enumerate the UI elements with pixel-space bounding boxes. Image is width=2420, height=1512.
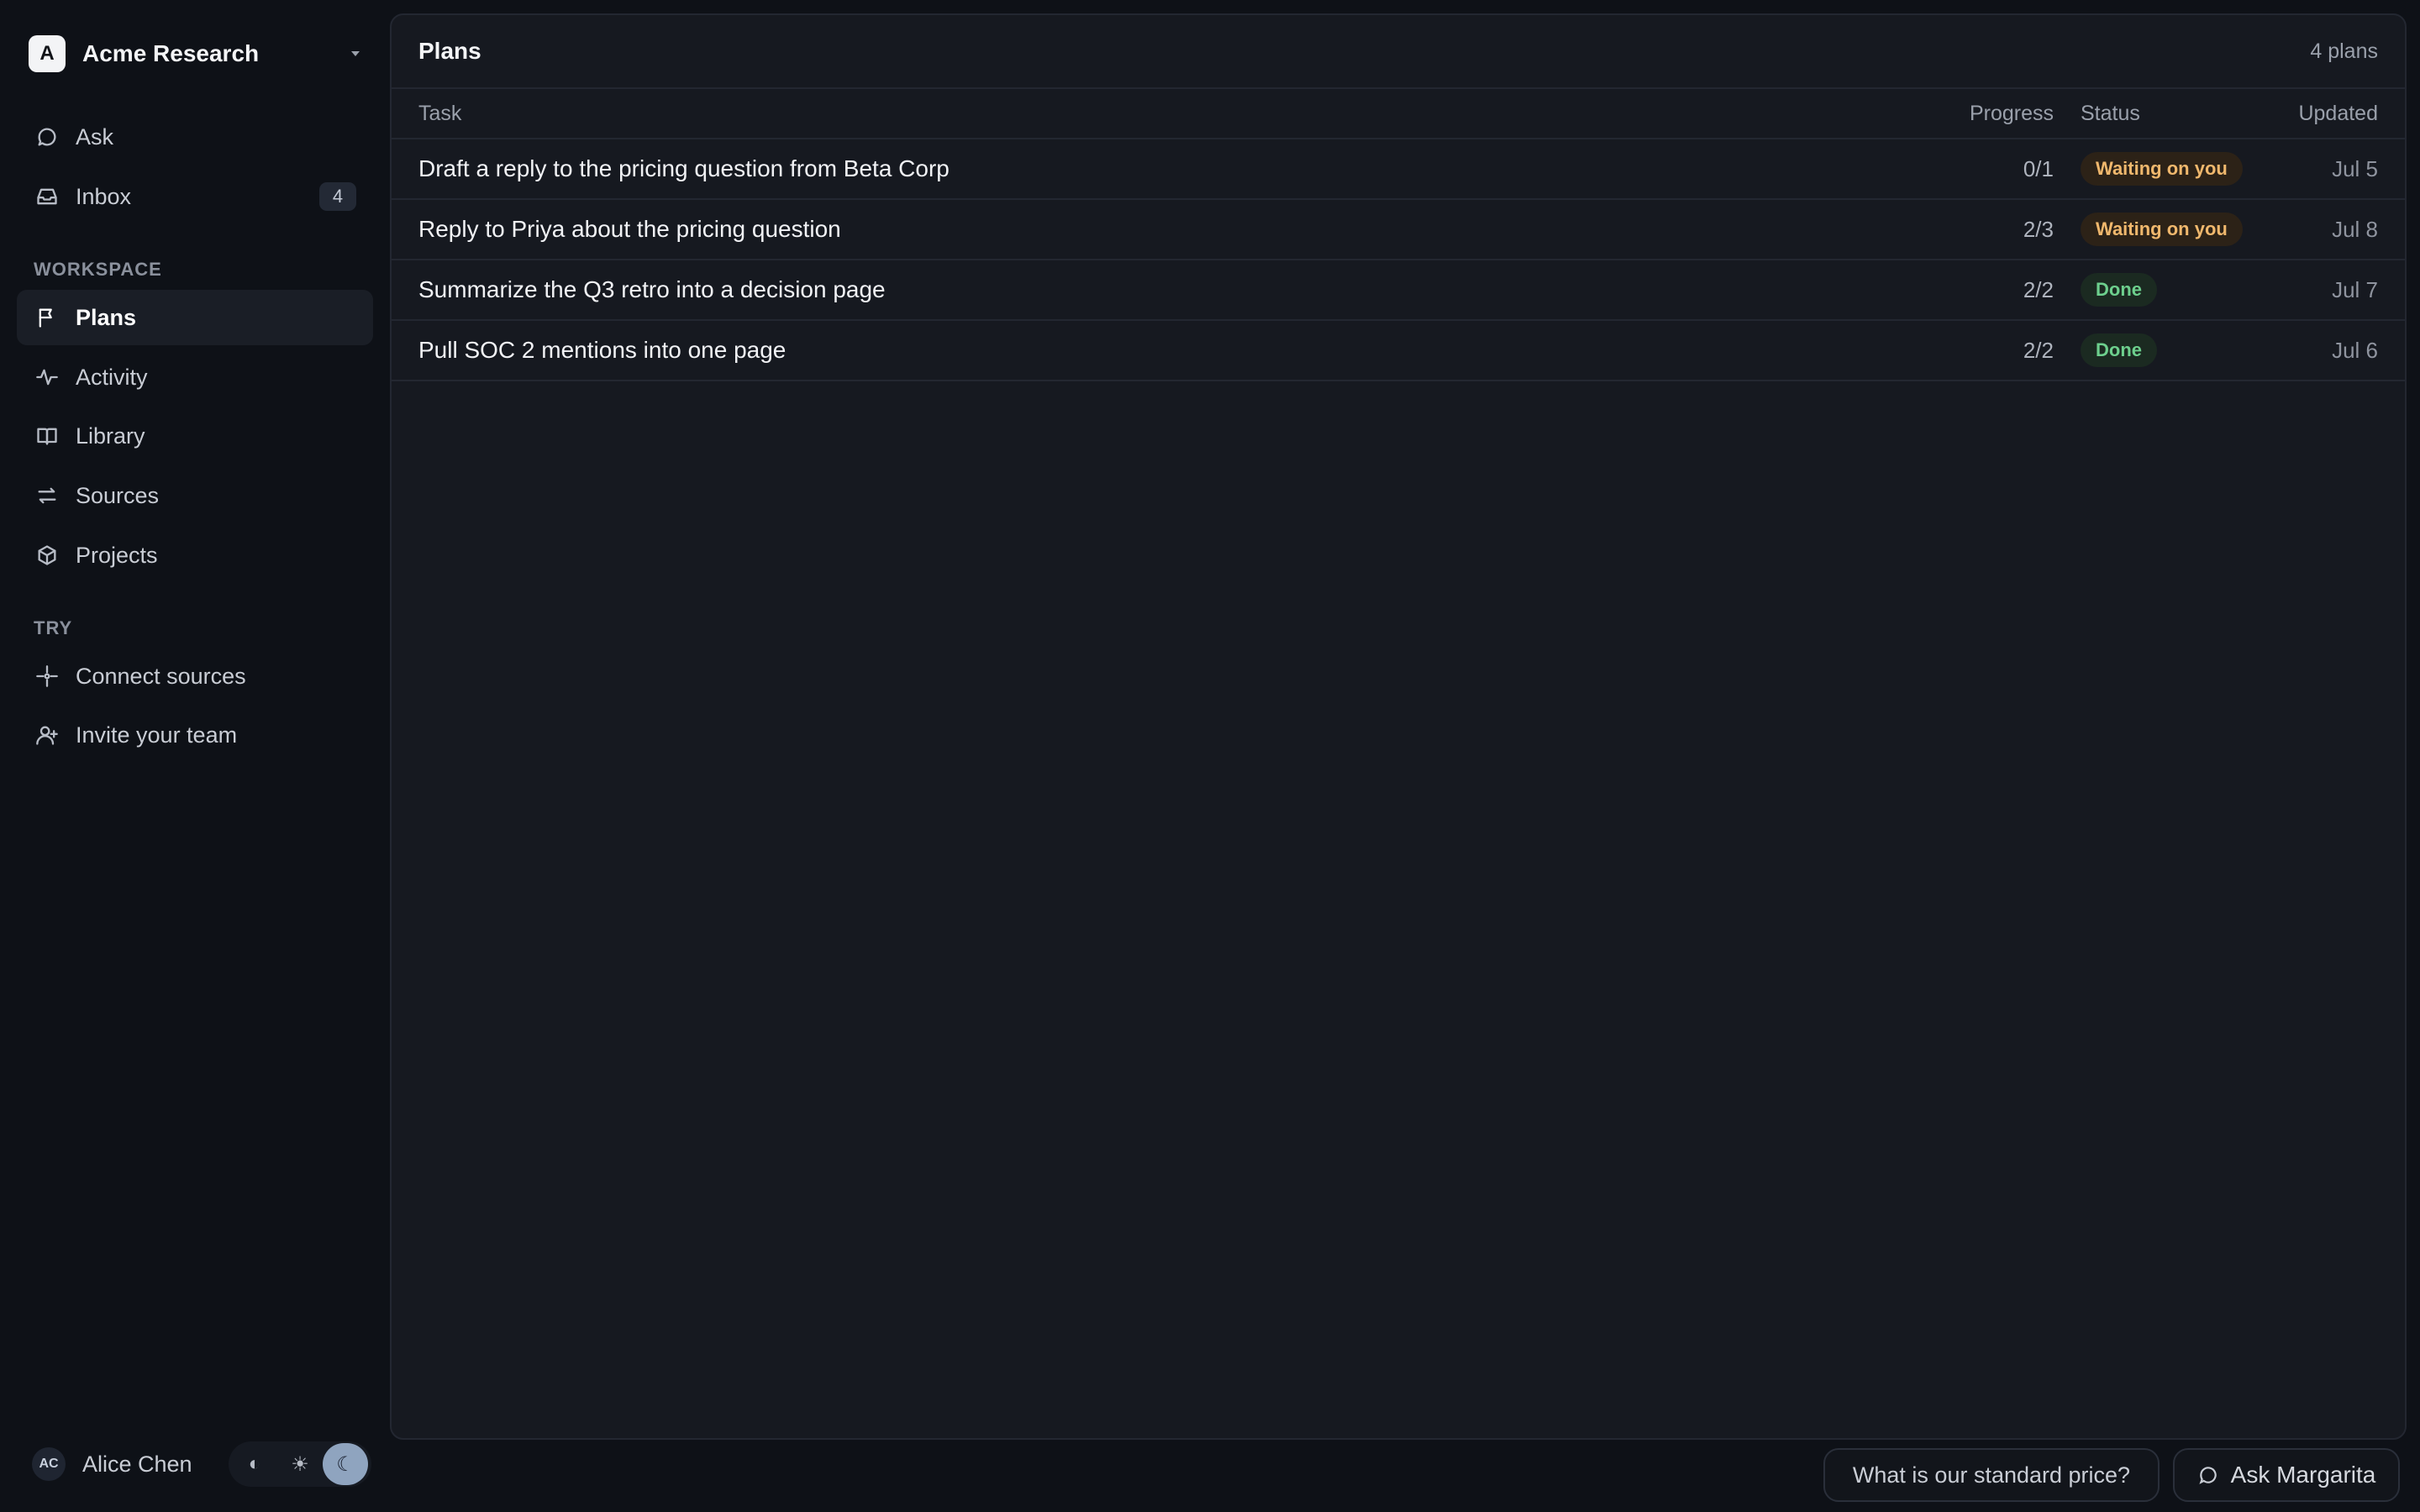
task-progress: 2/3 [2023, 216, 2054, 242]
column-header-status[interactable]: Status [2054, 102, 2252, 126]
sidebar-item-label: Inbox [76, 183, 132, 209]
sidebar: A Acme Research Ask Inbox 4 WORKSPACE Pl… [0, 0, 388, 1512]
section-label-try: TRY [34, 617, 73, 638]
user-plus-icon [34, 722, 60, 748]
table-row[interactable]: Draft a reply to the pricing question fr… [392, 139, 2405, 200]
sidebar-item-invite-team[interactable]: Invite your team [17, 707, 373, 763]
plug-icon [34, 663, 60, 690]
status-badge: Waiting on you [2081, 213, 2243, 246]
theme-switcher: ◐ ☀ ☾ [229, 1441, 371, 1487]
chevron-down-icon [351, 51, 360, 56]
table-header: Task Progress Status Updated [392, 89, 2405, 139]
task-title: Reply to Priya about the pricing questio… [418, 216, 841, 242]
theme-light-icon[interactable]: ☀ [277, 1443, 323, 1485]
sidebar-item-activity[interactable]: Activity [17, 349, 373, 405]
status-badge: Done [2081, 273, 2157, 307]
sidebar-item-label: Sources [76, 482, 160, 508]
task-title: Summarize the Q3 retro into a decision p… [418, 276, 886, 302]
sidebar-item-label: Library [76, 423, 145, 449]
sidebar-item-connect-sources[interactable]: Connect sources [17, 648, 373, 704]
section-label-workspace: WORKSPACE [34, 259, 162, 280]
sidebar-item-label: Connect sources [76, 663, 246, 689]
inbox-count-badge: 4 [319, 182, 356, 211]
ask-margarita-button[interactable]: Ask Margarita [2173, 1448, 2400, 1502]
sidebar-item-inbox[interactable]: Inbox 4 [17, 169, 373, 224]
sidebar-item-label: Invite your team [76, 722, 238, 748]
task-updated: Jul 8 [2332, 216, 2378, 242]
workspace-logo: A [29, 35, 66, 72]
sidebar-item-library[interactable]: Library [17, 408, 373, 464]
cube-icon [34, 542, 60, 569]
user-menu[interactable]: AC Alice Chen [32, 1445, 192, 1483]
task-title: Pull SOC 2 mentions into one page [418, 337, 786, 363]
status-cell: Waiting on you [2054, 213, 2252, 246]
chat-bubble-icon [34, 123, 60, 150]
table-row[interactable]: Summarize the Q3 retro into a decision p… [392, 260, 2405, 321]
column-header-progress[interactable]: Progress [1919, 102, 2054, 126]
task-progress: 0/1 [2023, 155, 2054, 181]
sidebar-item-sources[interactable]: Sources [17, 468, 373, 523]
status-badge: Waiting on you [2081, 152, 2243, 186]
inbox-icon [34, 183, 60, 210]
column-header-updated[interactable]: Updated [2252, 102, 2378, 126]
table-row[interactable]: Reply to Priya about the pricing questio… [392, 200, 2405, 260]
theme-auto-icon[interactable]: ◐ [232, 1443, 277, 1485]
ask-margarita-label: Ask Margarita [2230, 1462, 2376, 1488]
sidebar-item-ask[interactable]: Ask [17, 109, 373, 165]
user-name: Alice Chen [82, 1451, 192, 1477]
book-icon [34, 423, 60, 449]
plans-count: 4 plans [2310, 39, 2378, 63]
status-badge: Done [2081, 333, 2157, 367]
sidebar-item-label: Plans [76, 304, 137, 330]
status-cell: Waiting on you [2054, 152, 2252, 186]
app-root: A Acme Research Ask Inbox 4 WORKSPACE Pl… [0, 0, 2420, 1512]
sidebar-item-label: Ask [76, 123, 114, 150]
column-header-task[interactable]: Task [418, 102, 1919, 126]
task-updated: Jul 7 [2332, 276, 2378, 302]
arrows-swap-icon [34, 482, 60, 509]
panel-header: Plans 4 plans [392, 15, 2405, 89]
sidebar-item-label: Projects [76, 542, 158, 568]
flag-icon [34, 304, 60, 331]
table-row[interactable]: Pull SOC 2 mentions into one page 2/2 Do… [392, 321, 2405, 381]
page-title: Plans [418, 38, 481, 64]
suggested-question-button[interactable]: What is our standard price? [1823, 1448, 2160, 1502]
task-progress: 2/2 [2023, 276, 2054, 302]
sidebar-item-label: Activity [76, 364, 148, 390]
avatar: AC [32, 1447, 66, 1481]
plans-panel: Plans 4 plans Task Progress Status Updat… [390, 13, 2407, 1440]
task-progress: 2/2 [2023, 337, 2054, 363]
sidebar-item-projects[interactable]: Projects [17, 528, 373, 583]
pulse-icon [34, 364, 60, 391]
task-updated: Jul 5 [2332, 155, 2378, 181]
workspace-name: Acme Research [82, 40, 260, 66]
chat-bubble-icon [2199, 1467, 2217, 1484]
status-cell: Done [2054, 273, 2252, 307]
task-updated: Jul 6 [2332, 337, 2378, 363]
theme-dark-icon[interactable]: ☾ [323, 1443, 368, 1485]
workspace-switcher[interactable]: A Acme Research [29, 35, 363, 72]
task-title: Draft a reply to the pricing question fr… [418, 155, 950, 181]
status-cell: Done [2054, 333, 2252, 367]
sidebar-item-plans[interactable]: Plans [17, 290, 373, 345]
